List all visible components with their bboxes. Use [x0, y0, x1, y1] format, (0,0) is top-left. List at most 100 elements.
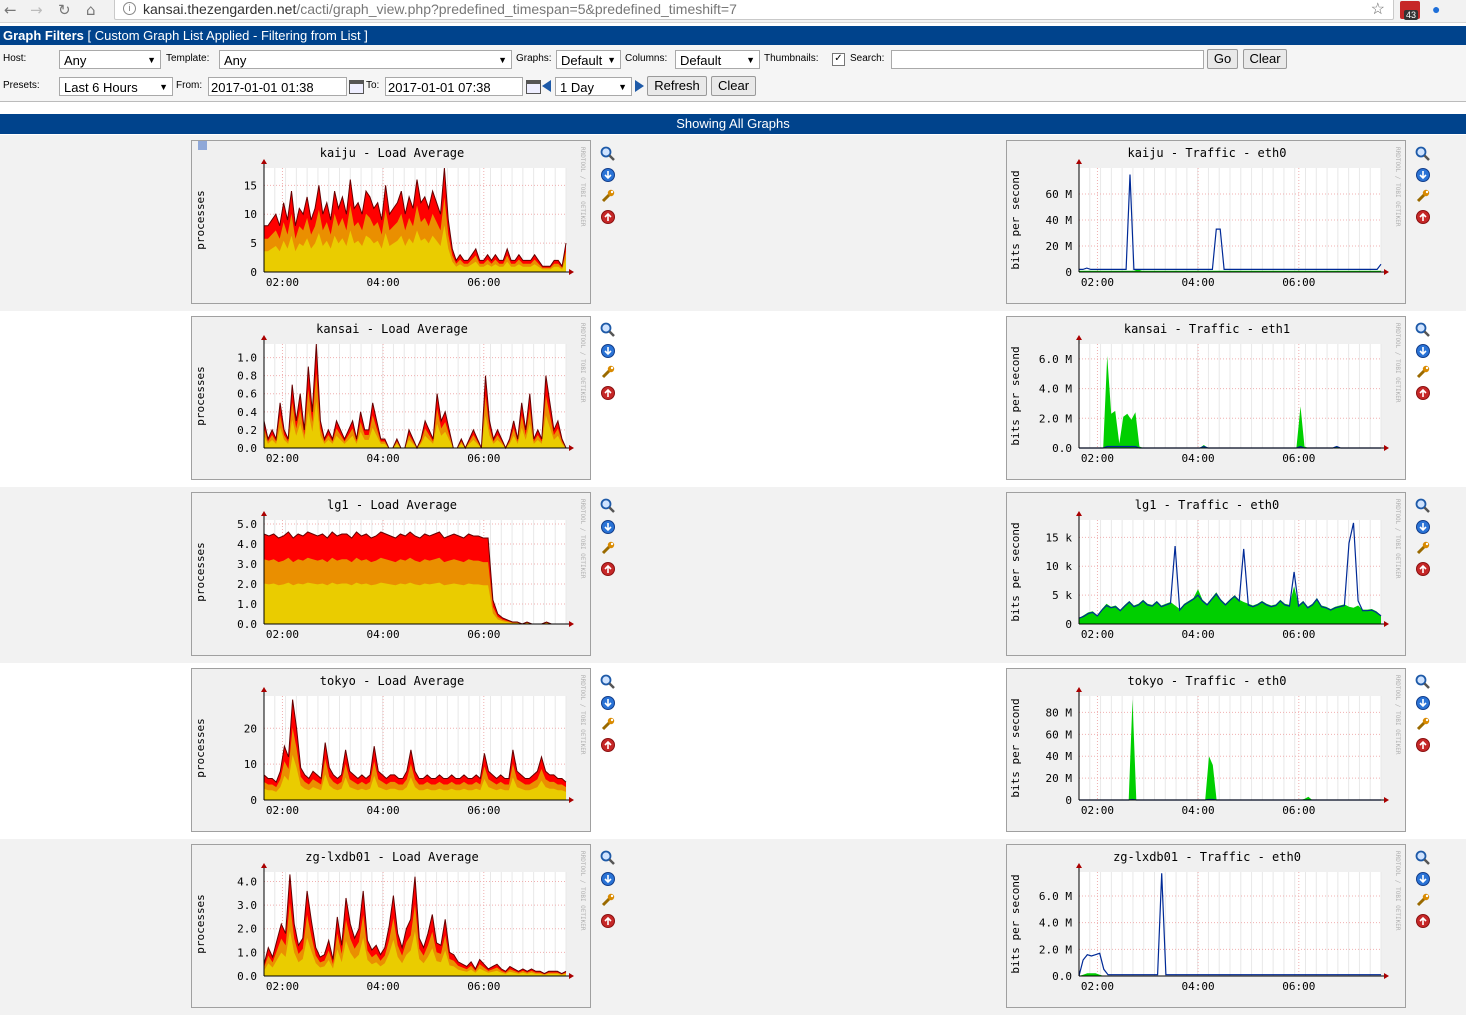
- home-icon[interactable]: ⌂: [86, 1, 96, 19]
- clear-timespan-button[interactable]: Clear: [711, 76, 756, 96]
- reload-icon[interactable]: ↻: [58, 1, 71, 19]
- edit-graph-icon[interactable]: [1415, 716, 1431, 732]
- load-average-chart[interactable]: kaiju - Load Average 0 5 10 15 02:00 04:00 06:0…: [192, 141, 592, 305]
- load-average-graph-kansai[interactable]: kansai - Load Average 0.0 0.2 0.4 0.6 0.8 1.0 0…: [191, 316, 591, 480]
- load-average-graph-tokyo[interactable]: tokyo - Load Average 0 10 20 02:00 04:00 06:00…: [191, 668, 591, 832]
- csv-export-icon[interactable]: [1415, 343, 1431, 359]
- traffic-graph-zg-lxdb01[interactable]: zg-lxdb01 - Traffic - eth0 0.0 2.0 M 4.0 M 6…: [1006, 844, 1406, 1008]
- zoom-icon[interactable]: [600, 498, 616, 514]
- y-tick-label: 10: [244, 758, 257, 771]
- traffic-graph-kaiju[interactable]: kaiju - Traffic - eth0 0 20 M 40 M 60 M 02:00…: [1006, 140, 1406, 304]
- traffic-graph-lg1[interactable]: lg1 - Traffic - eth0 0 5 k 10 k 15 k 02:00 04:…: [1006, 492, 1406, 656]
- info-icon[interactable]: i: [123, 2, 136, 15]
- edit-graph-icon[interactable]: [1415, 892, 1431, 908]
- edit-graph-icon[interactable]: [1415, 188, 1431, 204]
- top-icon[interactable]: [1415, 737, 1431, 753]
- clear-button[interactable]: Clear: [1243, 49, 1287, 69]
- graphs-select[interactable]: Default ▼: [556, 50, 621, 69]
- zoom-icon[interactable]: [1415, 850, 1431, 866]
- address-bar[interactable]: i kansai.thezengarden.net/cacti/graph_vi…: [114, 0, 1394, 20]
- y-tick-label: 2.0 M: [1039, 412, 1072, 425]
- load-average-chart[interactable]: kansai - Load Average 0.0 0.2 0.4 0.6 0.8 1.0 0…: [192, 317, 592, 481]
- top-icon[interactable]: [600, 737, 616, 753]
- edit-graph-icon[interactable]: [600, 892, 616, 908]
- load-average-chart[interactable]: zg-lxdb01 - Load Average 0.0 1.0 2.0 3.0 4.0 0…: [192, 845, 592, 1009]
- csv-export-icon[interactable]: [600, 695, 616, 711]
- graph-title: kaiju - Load Average: [320, 146, 465, 160]
- edit-graph-icon[interactable]: [1415, 540, 1431, 556]
- edit-graph-icon[interactable]: [600, 188, 616, 204]
- timeshift-select-value: 1 Day: [560, 80, 594, 95]
- columns-select[interactable]: Default ▼: [675, 50, 760, 69]
- rrdtool-watermark: RRDTOOL / TOBI OETIKER: [1394, 675, 1401, 755]
- zoom-icon[interactable]: [600, 674, 616, 690]
- x-tick-label: 02:00: [266, 276, 299, 289]
- top-icon[interactable]: [600, 209, 616, 225]
- shift-left-icon[interactable]: [542, 80, 551, 92]
- zoom-icon[interactable]: [1415, 146, 1431, 162]
- load-average-graph-lg1[interactable]: lg1 - Load Average 0.0 1.0 2.0 3.0 4.0 5.0 02:0…: [191, 492, 591, 656]
- traffic-chart[interactable]: lg1 - Traffic - eth0 0 5 k 10 k 15 k 02:00 04:…: [1007, 493, 1407, 657]
- template-select[interactable]: Any ▼: [219, 50, 512, 69]
- zoom-icon[interactable]: [1415, 674, 1431, 690]
- presets-select[interactable]: Last 6 Hours ▼: [59, 77, 173, 96]
- calendar-icon[interactable]: [349, 80, 364, 94]
- top-icon[interactable]: [1415, 913, 1431, 929]
- load-average-graph-zg-lxdb01[interactable]: zg-lxdb01 - Load Average 0.0 1.0 2.0 3.0 4.0 0…: [191, 844, 591, 1008]
- y-axis-label: processes: [194, 718, 207, 778]
- traffic-chart[interactable]: kaiju - Traffic - eth0 0 20 M 40 M 60 M 02:00…: [1007, 141, 1407, 305]
- top-icon[interactable]: [1415, 209, 1431, 225]
- edit-graph-icon[interactable]: [600, 540, 616, 556]
- load-average-chart[interactable]: tokyo - Load Average 0 10 20 02:00 04:00 06:00…: [192, 669, 592, 833]
- load-average-graph-kaiju[interactable]: kaiju - Load Average 0 5 10 15 02:00 04:00 06:0…: [191, 140, 591, 304]
- y-tick-label: 60 M: [1046, 188, 1073, 201]
- csv-export-icon[interactable]: [1415, 167, 1431, 183]
- csv-export-icon[interactable]: [1415, 695, 1431, 711]
- zoom-icon[interactable]: [1415, 498, 1431, 514]
- zoom-icon[interactable]: [600, 322, 616, 338]
- timeshift-select[interactable]: 1 Day ▼: [555, 77, 632, 96]
- zoom-icon[interactable]: [600, 850, 616, 866]
- graph-title: zg-lxdb01 - Traffic - eth0: [1113, 850, 1301, 864]
- zoom-icon[interactable]: [600, 146, 616, 162]
- top-icon[interactable]: [1415, 561, 1431, 577]
- top-icon[interactable]: [600, 385, 616, 401]
- top-icon[interactable]: [600, 561, 616, 577]
- load-average-chart[interactable]: lg1 - Load Average 0.0 1.0 2.0 3.0 4.0 5.0 02:0…: [192, 493, 592, 657]
- traffic-chart[interactable]: zg-lxdb01 - Traffic - eth0 0.0 2.0 M 4.0 M 6…: [1007, 845, 1407, 1009]
- edit-graph-icon[interactable]: [600, 364, 616, 380]
- zoom-icon[interactable]: [1415, 322, 1431, 338]
- calendar-icon[interactable]: [526, 80, 541, 94]
- top-icon[interactable]: [600, 913, 616, 929]
- host-select[interactable]: Any ▼: [59, 50, 161, 69]
- traffic-chart[interactable]: kansai - Traffic - eth1 0.0 2.0 M 4.0 M 6.0 …: [1007, 317, 1407, 481]
- calendar-extension-icon[interactable]: 43: [1400, 1, 1420, 20]
- shift-right-icon[interactable]: [635, 80, 644, 92]
- thumbnails-checkbox[interactable]: ✓: [832, 53, 845, 66]
- traffic-chart[interactable]: tokyo - Traffic - eth0 0 20 M 40 M 60 M 80 M 0…: [1007, 669, 1407, 833]
- traffic-graph-kansai[interactable]: kansai - Traffic - eth1 0.0 2.0 M 4.0 M 6.0 …: [1006, 316, 1406, 480]
- chat-extension-icon[interactable]: ●: [1432, 1, 1440, 17]
- graph-select-marker[interactable]: [198, 141, 207, 150]
- csv-export-icon[interactable]: [600, 343, 616, 359]
- to-date-input[interactable]: 2017-01-01 07:38: [385, 77, 523, 96]
- forward-icon[interactable]: →: [30, 1, 43, 19]
- csv-export-icon[interactable]: [600, 871, 616, 887]
- traffic-graph-tokyo[interactable]: tokyo - Traffic - eth0 0 20 M 40 M 60 M 80 M 0…: [1006, 668, 1406, 832]
- csv-export-icon[interactable]: [600, 519, 616, 535]
- top-icon[interactable]: [1415, 385, 1431, 401]
- search-input[interactable]: [891, 50, 1204, 69]
- refresh-button[interactable]: Refresh: [647, 76, 707, 96]
- go-button[interactable]: Go: [1207, 49, 1238, 69]
- from-date-input[interactable]: 2017-01-01 01:38: [208, 77, 347, 96]
- csv-export-icon[interactable]: [1415, 871, 1431, 887]
- edit-graph-icon[interactable]: [1415, 364, 1431, 380]
- csv-export-icon[interactable]: [1415, 519, 1431, 535]
- rrdtool-watermark: RRDTOOL / TOBI OETIKER: [1394, 851, 1401, 931]
- back-icon[interactable]: ←: [4, 1, 17, 19]
- y-tick-label: 20: [244, 722, 257, 735]
- edit-graph-icon[interactable]: [600, 716, 616, 732]
- csv-export-icon[interactable]: [600, 167, 616, 183]
- bookmark-star-icon[interactable]: ☆: [1371, 0, 1385, 19]
- host-select-value: Any: [64, 53, 87, 68]
